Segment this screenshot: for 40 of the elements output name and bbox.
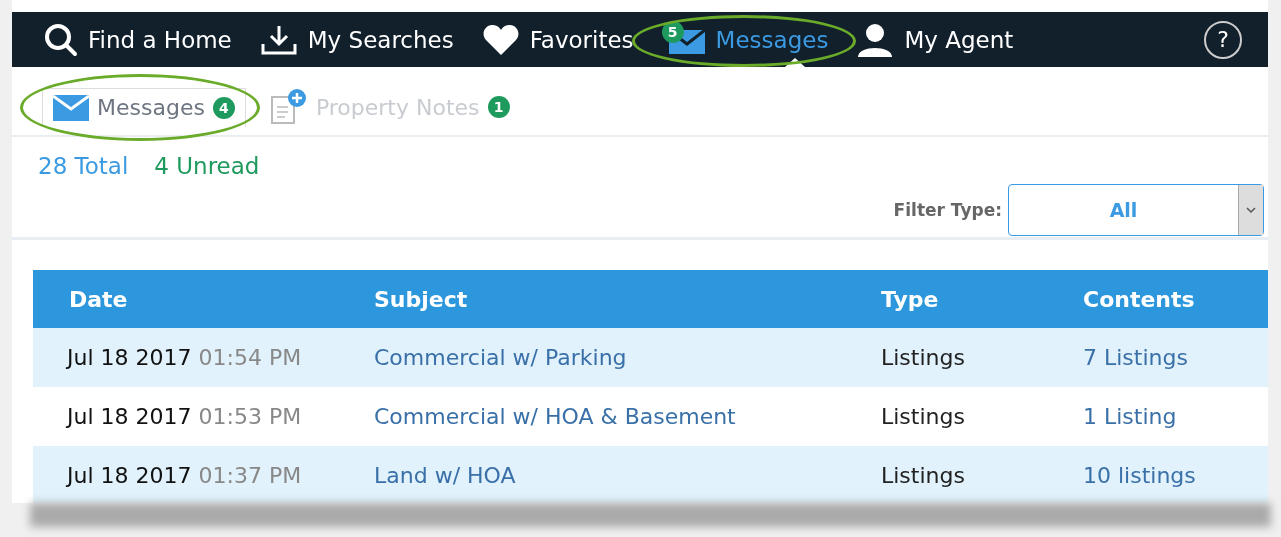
contents-link[interactable]: 7 Listings	[1083, 345, 1188, 370]
message-date: Jul 18 2017	[67, 404, 192, 429]
column-header: Contents	[1047, 270, 1268, 328]
message-time: 01:54 PM	[198, 345, 302, 370]
subject-link[interactable]: Commercial w/ HOA & Basement	[374, 404, 736, 429]
type-cell: Listings	[881, 404, 965, 429]
sub-tab[interactable]: Messages 4	[42, 87, 246, 127]
nav-tab[interactable]: Find a Home	[44, 12, 232, 67]
search-icon	[44, 22, 78, 57]
help-button[interactable]: ?	[1204, 20, 1242, 59]
contents-link[interactable]: 10 listings	[1083, 463, 1196, 488]
chevron-down-icon	[1246, 206, 1256, 214]
message-time: 01:37 PM	[198, 463, 302, 488]
filter-type-select[interactable]: All	[1008, 184, 1264, 236]
column-header: Type	[845, 270, 1047, 328]
count-badge: 4	[212, 96, 235, 119]
unread-count: 4 Unread	[154, 153, 260, 179]
nav-tab[interactable]: Favorites	[481, 12, 634, 67]
subject-link[interactable]: Commercial w/ Parking	[374, 345, 627, 370]
count-badge: 1	[487, 96, 510, 118]
type-cell: Listings	[881, 463, 965, 488]
column-header: Subject	[338, 270, 845, 328]
type-cell: Listings	[881, 345, 965, 370]
column-header: Date	[33, 270, 338, 328]
subject-link[interactable]: Land w/ HOA	[374, 463, 516, 488]
nav-tab[interactable]: My Searches	[259, 12, 454, 67]
nav-tab[interactable]: My Agent	[856, 12, 1014, 67]
message-date: Jul 18 2017	[67, 345, 192, 370]
mail-icon	[53, 94, 89, 121]
total-count: 28 Total	[38, 153, 129, 179]
heart-icon	[481, 23, 520, 56]
filter-label: Filter Type:	[893, 200, 1002, 220]
unread-badge: 5	[661, 20, 684, 43]
active-pointer-icon	[785, 58, 805, 67]
download-icon	[259, 23, 298, 56]
message-date: Jul 18 2017	[67, 463, 192, 488]
message-time: 01:53 PM	[198, 404, 302, 429]
person-icon	[856, 22, 895, 57]
contents-link[interactable]: 1 Listing	[1083, 404, 1177, 429]
add-note-icon	[269, 89, 308, 125]
